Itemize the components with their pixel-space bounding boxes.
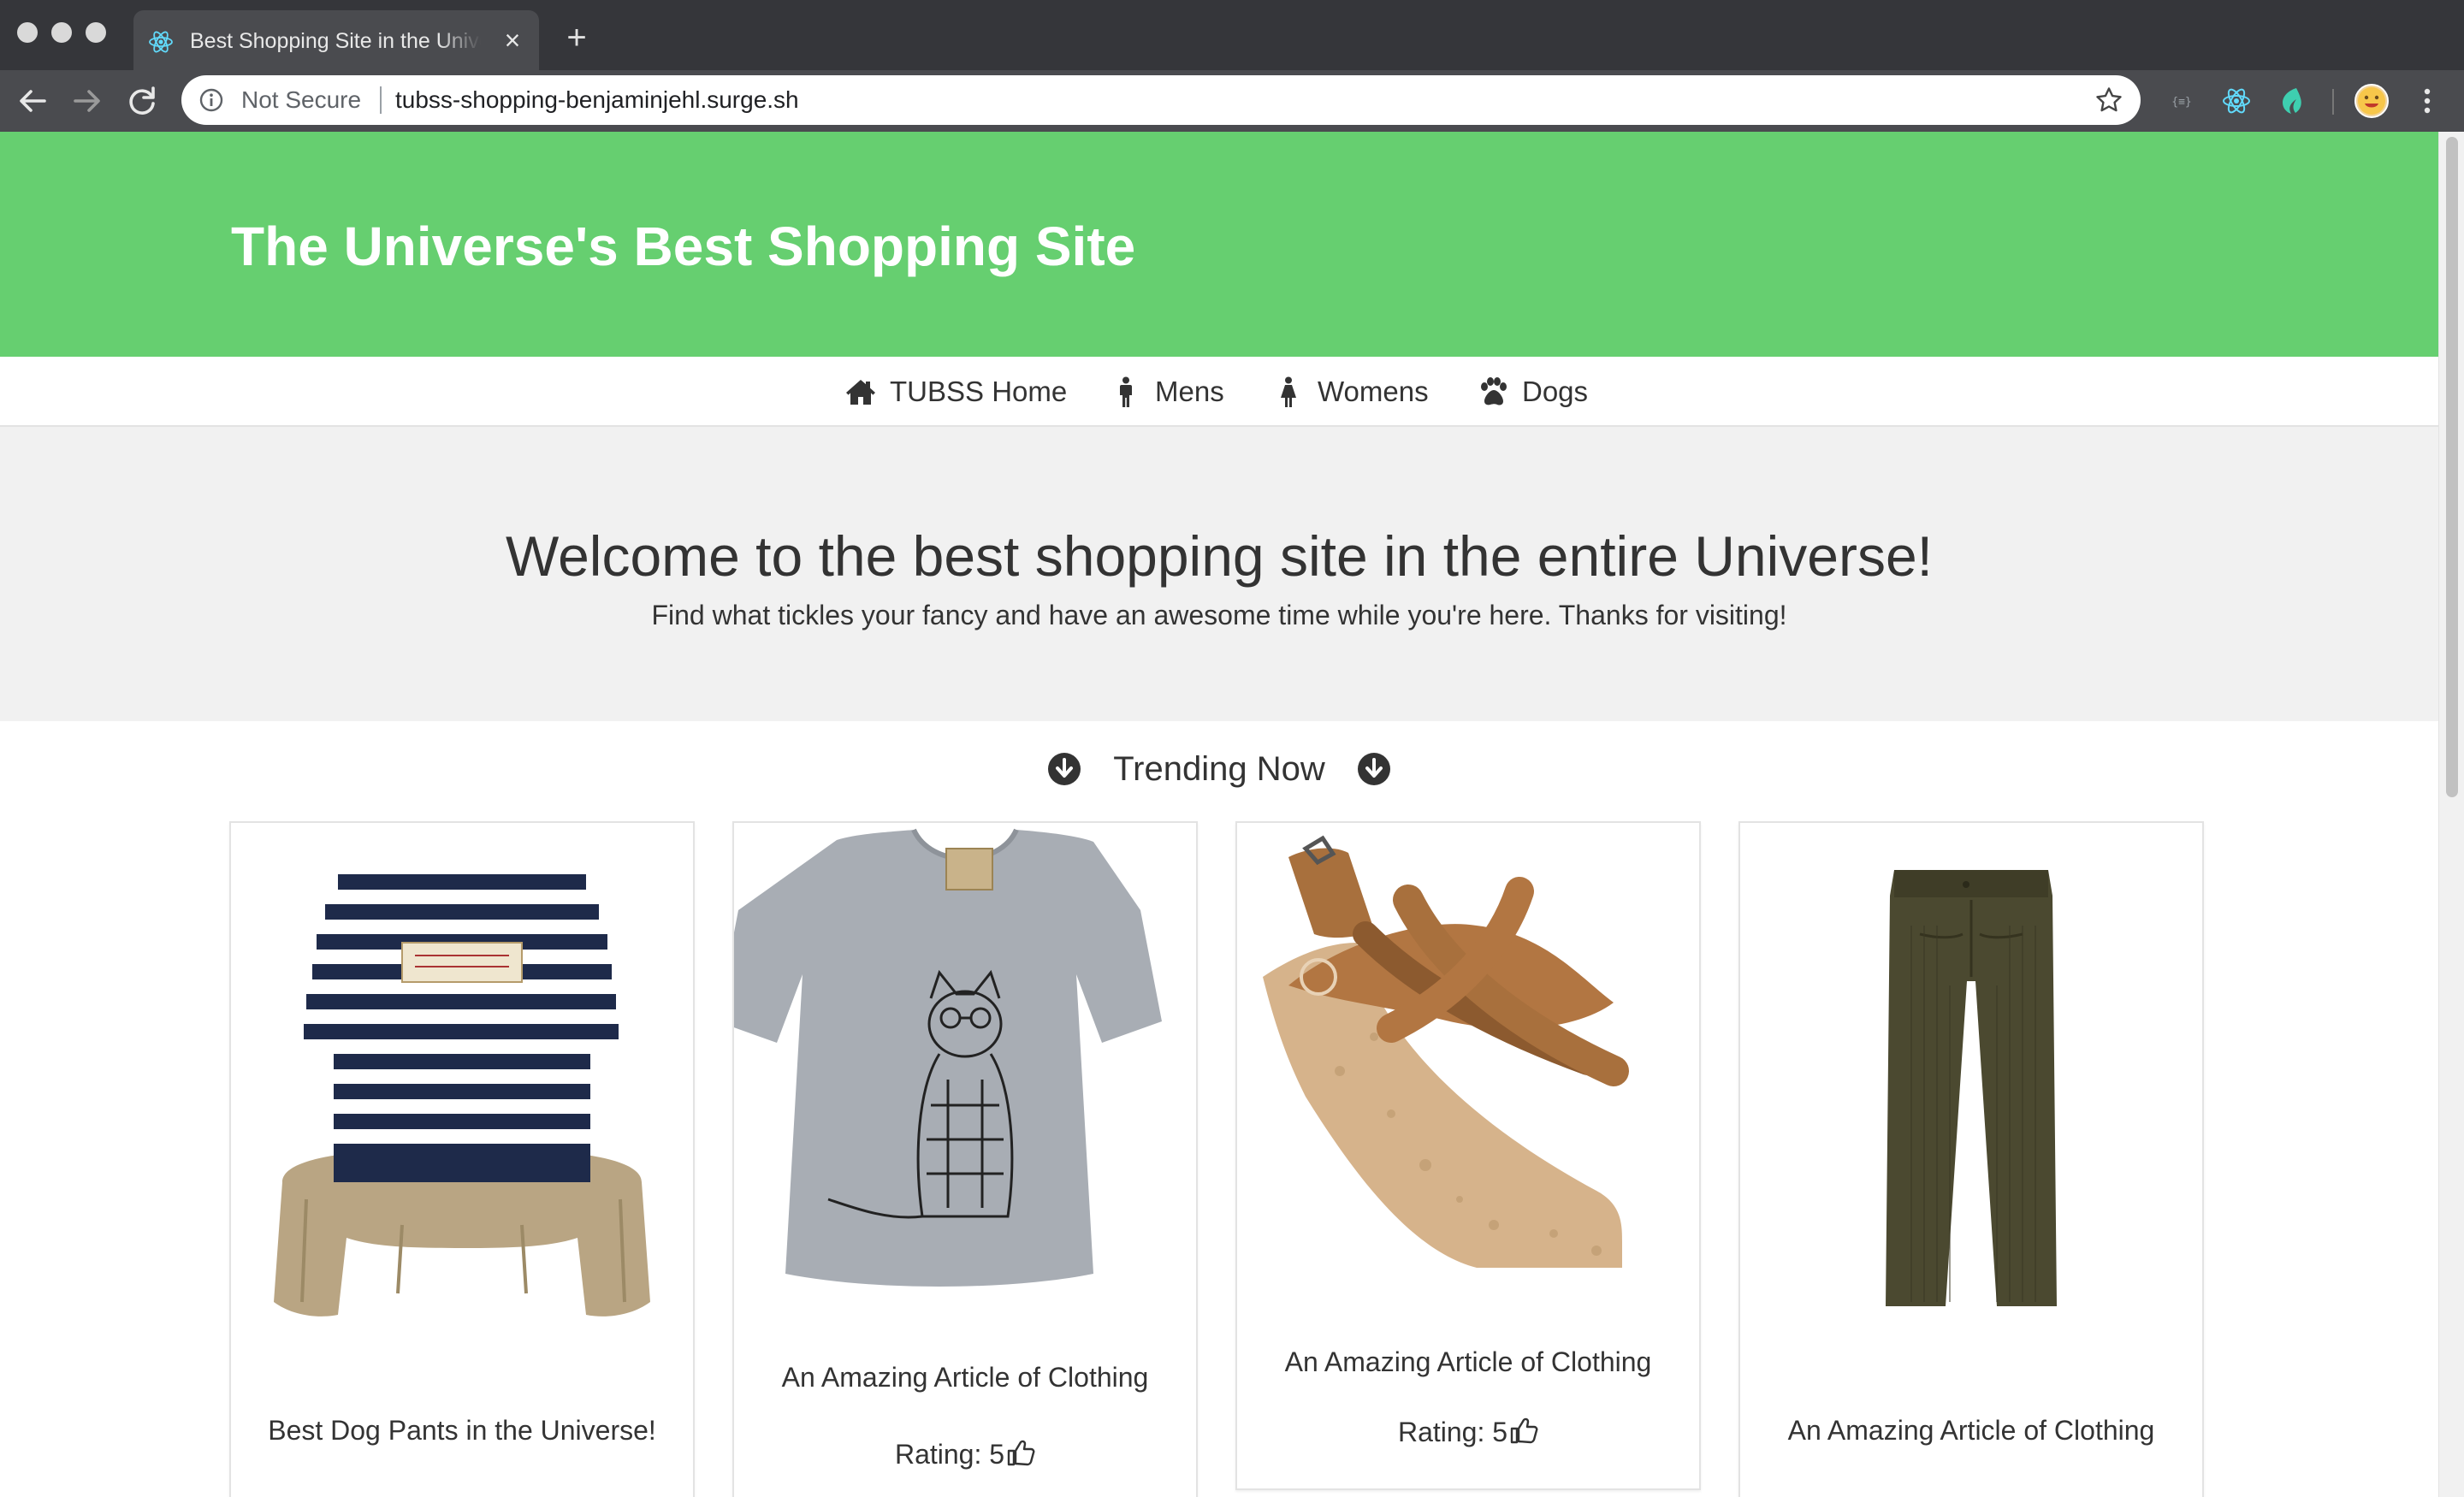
svg-text:{≡}: {≡}: [2171, 96, 2191, 109]
product-image: [1237, 823, 1699, 1285]
browser-toolbar: Not Secure tubss-shopping-benjaminjehl.s…: [0, 70, 2464, 132]
close-window-button[interactable]: [17, 22, 38, 43]
nav-label-mens: Mens: [1155, 376, 1224, 407]
product-title[interactable]: An Amazing Article of Clothing: [1757, 1410, 2185, 1451]
arrow-circle-down-icon: [1357, 753, 1390, 785]
leaf-extension-icon[interactable]: [2274, 84, 2308, 118]
back-arrow-icon[interactable]: [12, 80, 53, 121]
avatar[interactable]: [2354, 84, 2389, 118]
tab-strip: Best Shopping Site in the Universe × +: [0, 0, 2464, 70]
scrollbar-thumb[interactable]: [2446, 137, 2458, 797]
product-title[interactable]: An Amazing Article of Clothing: [1254, 1341, 1682, 1382]
product-card[interactable]: An Amazing Article of Clothing Rating: 5: [1235, 821, 1701, 1490]
thumbs-up-icon[interactable]: [1509, 1416, 1538, 1445]
browser-tab[interactable]: Best Shopping Site in the Universe ×: [133, 10, 539, 70]
new-tab-button[interactable]: +: [560, 21, 594, 55]
trending-heading: Trending Now: [0, 738, 2438, 800]
main-navigation: TUBSS Home Mens Womens Dogs: [0, 357, 2438, 427]
address-divider: [380, 86, 382, 114]
welcome-section: Welcome to the best shopping site in the…: [0, 427, 2438, 721]
product-image: [1740, 823, 2202, 1336]
welcome-title: Welcome to the best shopping site in the…: [505, 524, 1933, 588]
nav-label-dogs: Dogs: [1522, 376, 1589, 407]
profile-emoji-icon: [2358, 87, 2385, 115]
site-header: The Universe's Best Shopping Site: [0, 132, 2438, 357]
nav-item-mens[interactable]: Mens: [1109, 357, 1224, 427]
page-viewport: The Universe's Best Shopping Site TUBSS …: [0, 132, 2438, 1497]
product-card[interactable]: An Amazing Article of Clothing: [1738, 821, 2204, 1497]
url-text[interactable]: tubss-shopping-benjaminjehl.surge.sh: [395, 86, 799, 115]
product-card[interactable]: Best Dog Pants in the Universe!: [229, 821, 695, 1497]
rating-label: Rating: 5: [1397, 1417, 1508, 1447]
browser-window: Best Shopping Site in the Universe × + N…: [0, 0, 2464, 1497]
star-icon[interactable]: [2094, 86, 2123, 115]
trending-label: Trending Now: [1113, 750, 1325, 788]
maximize-window-button[interactable]: [86, 22, 106, 43]
nav-item-womens[interactable]: Womens: [1271, 357, 1429, 427]
rating-label: Rating: 5: [894, 1439, 1005, 1470]
react-icon: [149, 31, 173, 53]
security-status[interactable]: Not Secure: [241, 86, 361, 115]
info-icon[interactable]: [198, 87, 224, 113]
nav-label-womens: Womens: [1318, 376, 1429, 407]
product-title[interactable]: Best Dog Pants in the Universe!: [248, 1410, 676, 1451]
tab-title: Best Shopping Site in the Universe: [190, 27, 481, 56]
thumbs-up-icon[interactable]: [1006, 1438, 1035, 1467]
product-card[interactable]: An Amazing Article of Clothing Rating: 5: [732, 821, 1198, 1497]
product-image: [734, 823, 1196, 1336]
male-icon: [1120, 376, 1132, 407]
product-rating: Rating: 5: [734, 1437, 1196, 1471]
address-bar[interactable]: Not Secure tubss-shopping-benjaminjehl.s…: [181, 75, 2141, 125]
arrow-circle-down-icon: [1048, 753, 1081, 785]
product-image: [231, 823, 693, 1336]
toolbar-divider: [2332, 89, 2334, 115]
reload-icon[interactable]: [121, 80, 163, 121]
nav-label-home: TUBSS Home: [890, 376, 1068, 407]
product-rating: Rating: 5: [1237, 1415, 1699, 1449]
nav-item-home[interactable]: TUBSS Home: [844, 357, 1067, 427]
page-scrollbar[interactable]: [2438, 132, 2464, 1497]
welcome-subtitle: Find what tickles your fancy and have an…: [651, 600, 1787, 630]
menu-dots-icon[interactable]: [2414, 84, 2440, 118]
paw-icon: [1481, 377, 1507, 405]
json-viewer-extension-icon[interactable]: {≡}: [2165, 84, 2199, 118]
react-devtools-icon[interactable]: [2219, 84, 2254, 118]
female-icon: [1281, 376, 1296, 407]
tab-close-button[interactable]: ×: [496, 24, 529, 56]
home-icon: [846, 380, 875, 405]
site-title[interactable]: The Universe's Best Shopping Site: [231, 212, 1135, 281]
forward-arrow-icon[interactable]: [67, 80, 108, 121]
product-title[interactable]: An Amazing Article of Clothing: [751, 1357, 1179, 1398]
minimize-window-button[interactable]: [51, 22, 72, 43]
nav-item-dogs[interactable]: Dogs: [1476, 357, 1588, 427]
